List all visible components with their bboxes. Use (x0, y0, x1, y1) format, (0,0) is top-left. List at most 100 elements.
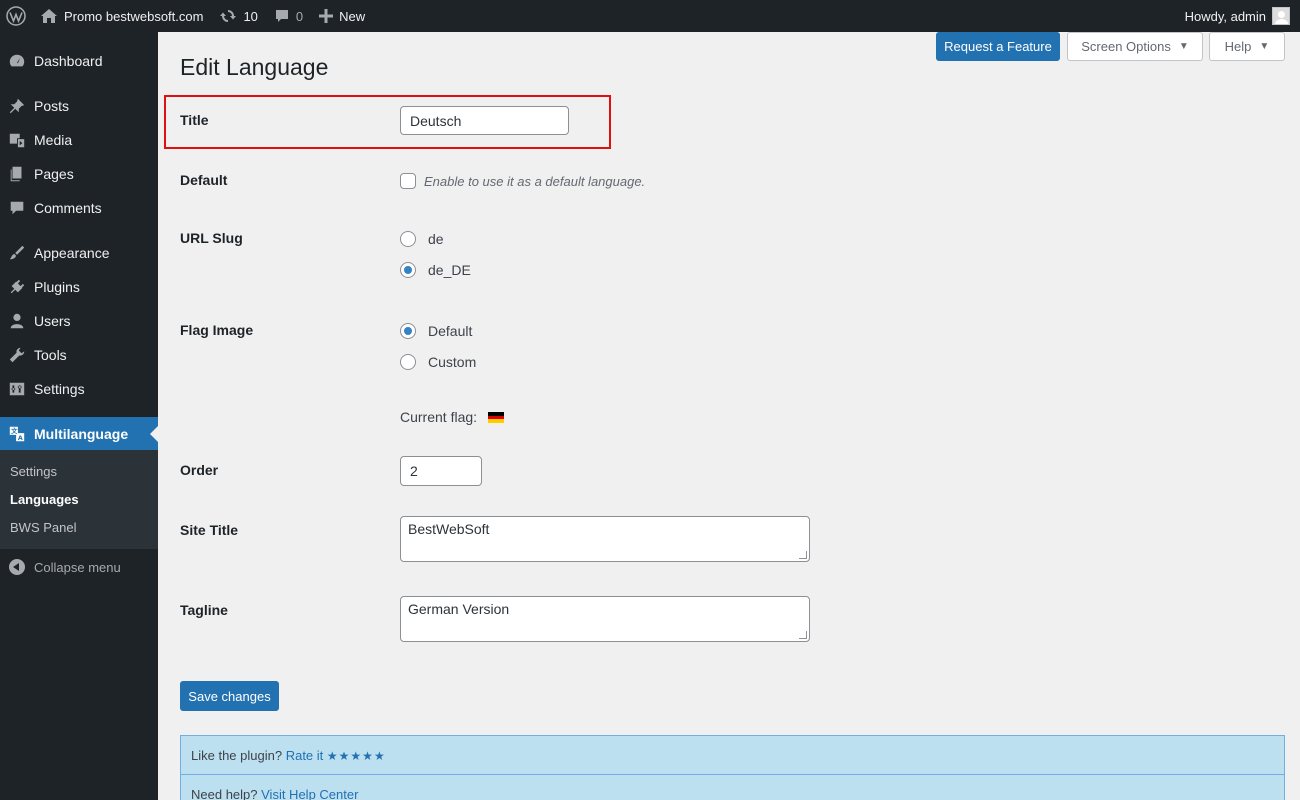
default-checkbox[interactable] (400, 173, 416, 189)
sidebar-item-multilanguage[interactable]: 文A Multilanguage (0, 417, 158, 451)
german-flag-icon (488, 412, 504, 423)
site-name: Promo bestwebsoft.com (64, 8, 204, 24)
screen-options-button[interactable]: Screen Options ▼ (1067, 32, 1203, 61)
rate-it-link[interactable]: Rate it (286, 748, 324, 763)
tagline-label: Tagline (180, 602, 228, 618)
title-label: Title (180, 112, 209, 128)
comment-icon (10, 201, 24, 215)
home-icon (41, 9, 57, 23)
site-title-value: BestWebSoft (408, 521, 490, 537)
new-label: New (339, 8, 366, 24)
title-input[interactable] (400, 106, 569, 135)
flag-radio-default[interactable] (400, 323, 416, 339)
sidebar-item-dashboard[interactable]: Dashboard (0, 44, 158, 78)
update-icon (220, 10, 237, 22)
user-icon (10, 313, 24, 329)
comments-count: 0 (295, 8, 304, 24)
request-feature-button[interactable]: Request a Feature (936, 32, 1060, 61)
dashboard-icon (9, 54, 25, 67)
order-input[interactable] (400, 456, 482, 486)
media-icon (9, 133, 25, 148)
sidebar-item-appearance[interactable]: Appearance (0, 236, 158, 270)
current-flag-label: Current flag: (400, 409, 478, 425)
comment-icon (275, 10, 288, 22)
sidebar-item-plugins[interactable]: Plugins (0, 270, 158, 304)
new-content-link[interactable]: New (311, 0, 373, 32)
svg-text:文: 文 (11, 426, 18, 435)
collapse-menu-button[interactable]: Collapse menu (0, 554, 158, 580)
admin-bar: Promo bestwebsoft.com 10 0 New Howdy, ad… (0, 0, 1300, 32)
sidebar-item-label: Plugins (34, 279, 80, 295)
sidebar-item-label: Tools (34, 347, 67, 363)
info-divider (181, 774, 1284, 775)
slug-radio-de-de[interactable] (400, 262, 416, 278)
default-label: Default (180, 172, 228, 188)
sidebar-item-media[interactable]: Media (0, 123, 158, 157)
plugin-info-box: Like the plugin? Rate it ★★★★★ Need help… (180, 735, 1285, 800)
my-account[interactable]: Howdy, admin (1185, 0, 1300, 32)
updates-count: 10 (243, 8, 258, 24)
help-row: Need help? Visit Help Center (191, 787, 358, 800)
submenu-bws-panel[interactable]: BWS Panel (10, 520, 76, 535)
sidebar-item-users[interactable]: Users (0, 304, 158, 338)
sidebar-item-label: Users (34, 313, 71, 329)
settings-icon (9, 382, 25, 396)
avatar (1272, 7, 1290, 25)
page-title: Edit Language (180, 54, 329, 80)
like-text: Like the plugin? (191, 748, 283, 763)
sidebar-item-pages[interactable]: Pages (0, 157, 158, 191)
pin-icon (9, 98, 25, 114)
collapse-arrow-icon (9, 559, 25, 575)
site-title-label: Site Title (180, 522, 239, 538)
submenu-settings[interactable]: Settings (10, 464, 57, 479)
caret-down-icon: ▼ (1178, 41, 1189, 52)
rate-row: Like the plugin? Rate it ★★★★★ (191, 748, 386, 763)
help-text: Need help? (191, 787, 258, 800)
sidebar-item-label: Pages (34, 166, 74, 182)
sidebar-item-posts[interactable]: Posts (0, 89, 158, 123)
site-name-link[interactable]: Promo bestwebsoft.com (32, 0, 211, 32)
brush-icon (9, 245, 25, 260)
multilanguage-submenu: Settings Languages BWS Panel (0, 450, 158, 549)
collapse-menu-label: Collapse menu (34, 559, 121, 575)
sidebar-item-comments[interactable]: Comments (0, 191, 158, 225)
tagline-value: German Version (408, 601, 510, 617)
sidebar-item-label: Comments (34, 200, 102, 216)
sidebar-item-label: Dashboard (34, 53, 103, 69)
slug-option-label: de_DE (428, 262, 471, 278)
order-label: Order (180, 462, 219, 478)
slug-radio-de[interactable] (400, 231, 416, 247)
sidebar-item-settings[interactable]: Settings (0, 372, 158, 406)
flag-image-label: Flag Image (180, 322, 254, 338)
resize-grip-icon[interactable] (799, 551, 807, 559)
wrench-icon (9, 347, 25, 363)
flag-radio-custom[interactable] (400, 354, 416, 370)
pages-icon (10, 166, 22, 182)
submenu-languages[interactable]: Languages (10, 492, 79, 507)
help-label: Help (1224, 39, 1252, 54)
comments-link[interactable]: 0 (266, 0, 311, 32)
site-title-textarea[interactable]: BestWebSoft (400, 516, 810, 562)
tagline-textarea[interactable]: German Version (400, 596, 810, 642)
sidebar-item-label: Appearance (34, 245, 110, 261)
wordpress-logo-icon[interactable] (0, 0, 32, 32)
default-description: Enable to use it as a default language. (424, 174, 646, 189)
updates-link[interactable]: 10 (211, 0, 265, 32)
help-center-link[interactable]: Visit Help Center (261, 787, 358, 800)
plug-icon (10, 279, 25, 294)
resize-grip-icon[interactable] (799, 631, 807, 639)
greeting: Howdy, admin (1184, 8, 1266, 24)
caret-down-icon: ▼ (1259, 41, 1270, 52)
sidebar-item-label: Settings (34, 381, 85, 397)
sidebar-item-label: Media (34, 132, 73, 148)
svg-text:A: A (18, 435, 23, 442)
admin-sidebar: Dashboard Posts Media Pages Comments App… (0, 32, 158, 800)
flag-option-label: Default (428, 323, 473, 339)
sidebar-item-tools[interactable]: Tools (0, 338, 158, 372)
help-button[interactable]: Help ▼ (1209, 32, 1285, 61)
save-changes-button[interactable]: Save changes (180, 681, 279, 711)
slug-option-label: de (428, 231, 444, 247)
sidebar-item-label: Multilanguage (34, 426, 129, 442)
rating-stars-icon[interactable]: ★★★★★ (327, 749, 386, 763)
plus-icon (319, 9, 334, 23)
